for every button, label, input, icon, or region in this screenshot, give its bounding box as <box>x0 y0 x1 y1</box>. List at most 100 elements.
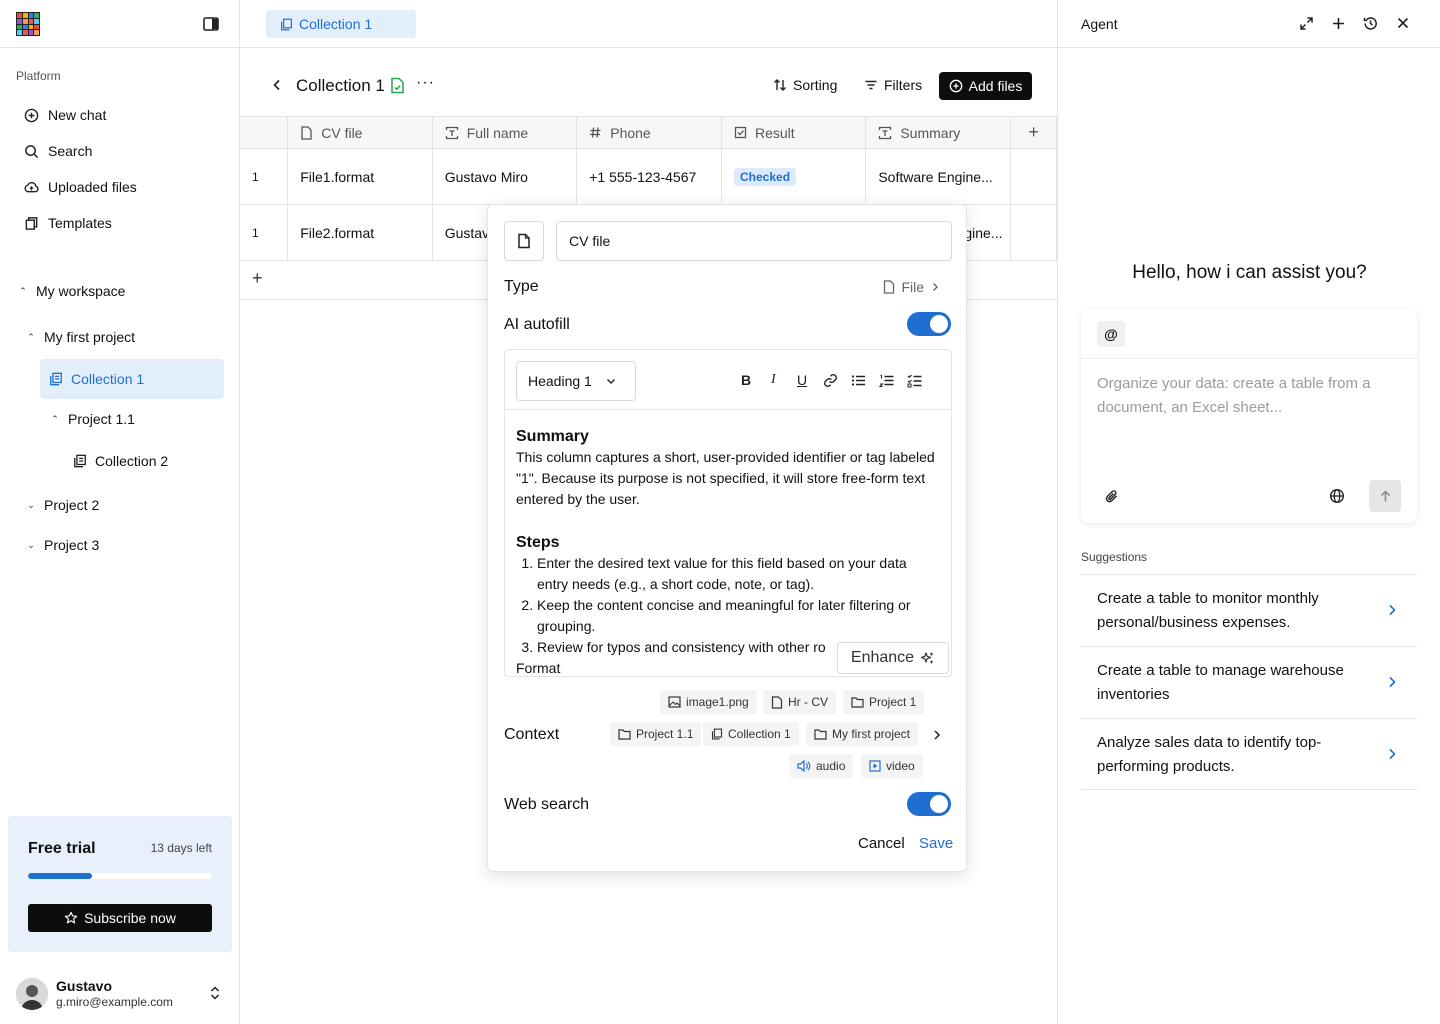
bullet-list-icon[interactable] <box>851 373 866 388</box>
cancel-button[interactable]: Cancel <box>858 835 905 852</box>
sidebar-item-new-chat[interactable]: New chat <box>24 105 106 125</box>
tree-item-my-workspace[interactable]: ⌃ My workspace <box>18 281 125 301</box>
type-label: Type <box>504 278 539 295</box>
context-chip-audio[interactable]: audio <box>789 754 854 778</box>
filters-button[interactable]: Filters <box>864 77 922 93</box>
context-chip-project-1-1[interactable]: Project 1.1 <box>610 722 702 746</box>
context-chip-my-first-project[interactable]: My first project <box>806 722 919 746</box>
tab-label: Collection 1 <box>299 16 373 32</box>
save-button[interactable]: Save <box>919 835 953 852</box>
tree-item-project-2[interactable]: ⌄ Project 2 <box>26 495 99 515</box>
subscribe-button[interactable]: Subscribe now <box>28 904 212 932</box>
rich-text-editor[interactable]: Heading 1 B I U Summary This column capt… <box>504 349 952 677</box>
column-header-result[interactable]: Result <box>720 116 867 149</box>
type-selector[interactable]: File <box>883 279 940 295</box>
column-name-input[interactable] <box>556 221 952 261</box>
close-icon[interactable] <box>1396 16 1410 30</box>
column-header-full-name[interactable]: Full name <box>431 116 578 149</box>
link-icon[interactable] <box>823 373 838 388</box>
folder-icon <box>618 728 631 740</box>
suggestion-item[interactable]: Analyze sales data to identify top-perfo… <box>1081 718 1417 790</box>
column-icon-picker[interactable] <box>504 221 544 261</box>
column-label: Full name <box>466 124 529 141</box>
ai-autofill-toggle[interactable] <box>907 312 951 336</box>
add-row-button[interactable]: + <box>252 268 263 289</box>
add-column-button[interactable]: + <box>1010 116 1057 149</box>
mention-button[interactable]: @ <box>1097 321 1125 347</box>
context-chip-collection-1[interactable]: Collection 1 <box>703 722 799 746</box>
tree-item-label: My workspace <box>36 283 126 299</box>
tree-item-project-3[interactable]: ⌄ Project 3 <box>26 535 99 555</box>
column-label: Result <box>755 124 795 141</box>
table-row[interactable]: 1 File1.format Gustavo Miro +1 555-123-4… <box>240 148 1057 205</box>
tree-item-project-1-1[interactable]: ⌃ Project 1.1 <box>50 409 135 429</box>
tab-collection-1[interactable]: Collection 1 <box>266 10 416 38</box>
sidebar-item-search[interactable]: Search <box>24 141 92 161</box>
context-chip-image[interactable]: image1.png <box>660 690 757 714</box>
send-button[interactable] <box>1369 480 1401 512</box>
user-email: g.miro@example.com <box>56 995 173 1009</box>
user-profile[interactable]: Gustavo g.miro@example.com <box>16 976 232 1012</box>
column-header-cv-file[interactable]: CV file <box>287 116 433 149</box>
tabs-bar: Collection 1 <box>240 0 1057 48</box>
column-header-summary[interactable]: Summary <box>865 116 1012 149</box>
checklist-icon[interactable] <box>907 373 922 388</box>
sidebar-header <box>0 0 239 48</box>
cell-cv-file[interactable]: File2.format <box>287 204 433 261</box>
agent-greeting: Hello, how i can assist you? <box>1132 262 1367 283</box>
tree-item-collection-1[interactable]: Collection 1 <box>40 359 224 399</box>
tree-item-label: My first project <box>44 329 136 345</box>
tree-item-collection-2[interactable]: Collection 2 <box>73 451 168 471</box>
context-chip-hr-cv[interactable]: Hr - CV <box>763 690 836 714</box>
enhance-button[interactable]: Enhance <box>837 642 949 674</box>
sidebar-item-uploaded-files[interactable]: Uploaded files <box>24 177 137 197</box>
suggestion-text: Create a table to monitor monthly person… <box>1097 589 1319 631</box>
cell-phone[interactable]: +1 555-123-4567 <box>576 148 722 205</box>
cell-result[interactable]: Checked <box>720 148 867 205</box>
more-options-icon[interactable]: ··· <box>416 74 435 92</box>
agent-panel: Agent Hello, how i can assist you? @ Org… <box>1057 0 1440 1024</box>
divider <box>1081 358 1417 359</box>
globe-icon[interactable] <box>1329 488 1345 504</box>
sorting-button[interactable]: Sorting <box>773 77 837 93</box>
chevron-right-icon[interactable] <box>932 729 942 741</box>
column-header-phone[interactable]: Phone <box>576 116 722 149</box>
suggestion-item[interactable]: Create a table to manage warehouse inven… <box>1081 646 1417 718</box>
bold-button[interactable]: B <box>741 372 751 388</box>
cell-empty <box>1010 204 1057 261</box>
numbered-list-icon[interactable] <box>879 373 894 388</box>
list-item: Enter the desired text value for this fi… <box>537 553 936 595</box>
italic-button[interactable]: I <box>771 372 776 388</box>
plus-icon[interactable] <box>1331 16 1346 31</box>
cell-cv-file[interactable]: File1.format <box>287 148 433 205</box>
sort-arrows-icon <box>773 78 787 92</box>
history-icon[interactable] <box>1363 16 1378 31</box>
speaker-icon <box>797 760 811 772</box>
cell-full-name[interactable]: Gustavo Miro <box>431 148 578 205</box>
paperclip-icon[interactable] <box>1105 489 1119 504</box>
web-search-toggle[interactable] <box>907 792 951 816</box>
suggestion-item[interactable]: Create a table to monitor monthly person… <box>1081 574 1417 646</box>
app-logo[interactable] <box>16 12 40 36</box>
editor-content[interactable]: Summary This column captures a short, us… <box>516 426 936 676</box>
document-sync-icon[interactable] <box>390 77 405 94</box>
tree-item-my-first-project[interactable]: ⌃ My first project <box>26 327 135 347</box>
row-number: 1 <box>240 204 289 261</box>
sidebar-item-templates[interactable]: Templates <box>24 213 112 233</box>
subscribe-label: Subscribe now <box>84 910 176 926</box>
context-chip-video[interactable]: video <box>861 754 923 778</box>
web-search-label: Web search <box>504 796 590 813</box>
add-files-button[interactable]: Add files <box>939 72 1032 100</box>
chevron-right-icon <box>930 282 940 292</box>
chat-input[interactable]: Organize your data: create a table from … <box>1097 372 1407 420</box>
heading-select[interactable]: Heading 1 <box>516 361 636 401</box>
file-icon <box>300 125 313 140</box>
expand-icon[interactable] <box>1299 16 1314 31</box>
sidebar-toggle-icon[interactable] <box>202 15 220 33</box>
chip-label: audio <box>816 759 846 773</box>
context-chip-project-1[interactable]: Project 1 <box>843 690 925 714</box>
underline-button[interactable]: U <box>797 372 807 388</box>
chevrons-up-down-icon[interactable] <box>208 985 222 1001</box>
cell-summary[interactable]: Software Engine... <box>865 148 1012 205</box>
chevron-left-icon[interactable] <box>270 78 284 92</box>
